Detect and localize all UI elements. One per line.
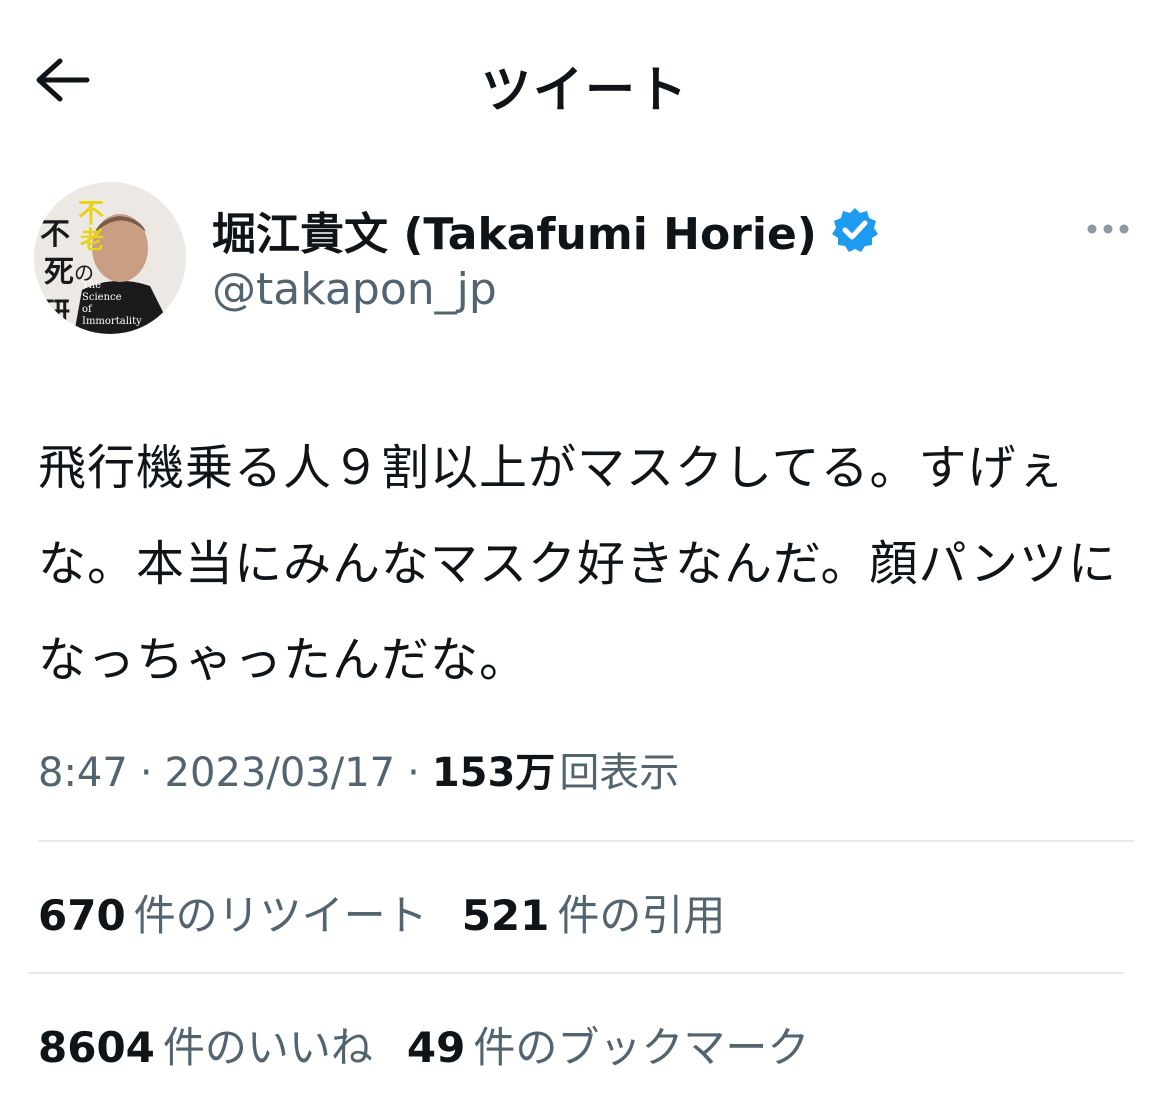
more-horizontal-icon	[1087, 224, 1129, 234]
svg-text:The: The	[82, 280, 101, 291]
tweet-text: 飛行機乗る人９割以上がマスクしてる。すげぇな。本当にみんなマスク好きなんだ。顔パ…	[38, 440, 1117, 688]
header: ツイート	[0, 0, 1170, 160]
views-label: 回表示	[559, 750, 680, 796]
views-count[interactable]: 153万	[432, 740, 556, 798]
svg-text:研: 研	[42, 296, 70, 329]
tweet-time[interactable]: 8:47	[38, 750, 128, 796]
divider	[28, 972, 1124, 974]
tweet-date[interactable]: 2023/03/17	[165, 750, 396, 796]
author-name[interactable]: 堀江貴文 (Takafumi Horie)	[212, 198, 879, 262]
retweet-count[interactable]: 670 件のリツイート	[38, 882, 428, 943]
svg-text:Immortality: Immortality	[82, 316, 142, 327]
svg-text:Science: Science	[82, 292, 122, 303]
like-count[interactable]: 8604 件のいいね	[38, 1014, 373, 1075]
meta-separator: ·	[407, 750, 420, 796]
tweet-meta: 8:47 · 2023/03/17 · 153万 回表示	[38, 740, 679, 798]
quote-count-label: 件の引用	[557, 891, 726, 940]
verified-badge-icon	[831, 208, 878, 252]
avatar-image: 不 不 老 死 の 研 The Science of Immortality	[34, 182, 186, 334]
svg-text:不: 不	[40, 217, 70, 252]
avatar[interactable]: 不 不 老 死 の 研 The Science of Immortality	[34, 182, 186, 334]
author-handle[interactable]: @takapon_jp	[212, 264, 497, 315]
like-count-number: 8604	[38, 1023, 155, 1072]
bookmark-count[interactable]: 49 件のブックマーク	[407, 1014, 809, 1075]
bookmark-count-label: 件のブックマーク	[473, 1023, 810, 1072]
svg-text:老: 老	[80, 225, 104, 254]
more-button[interactable]	[1080, 212, 1136, 246]
retweet-count-label: 件のリツイート	[133, 891, 428, 940]
stats-row-top: 670 件のリツイート 521 件の引用	[38, 882, 759, 943]
retweet-count-number: 670	[38, 891, 126, 940]
bookmark-count-number: 49	[406, 1023, 466, 1072]
quote-count[interactable]: 521 件の引用	[462, 882, 726, 943]
meta-separator: ·	[139, 750, 153, 796]
svg-text:of: of	[82, 304, 93, 315]
divider	[38, 840, 1134, 842]
like-count-label: 件のいいね	[162, 1023, 373, 1072]
tweet-detail-page: ツイート 不 不 老 死 の 研 The Science of Immortal…	[0, 0, 1170, 1094]
page-title: ツイート	[481, 61, 689, 119]
stats-row-bottom: 8604 件のいいね 49 件のブックマーク	[38, 1014, 843, 1075]
svg-text:死: 死	[44, 255, 74, 290]
author-name-label: 堀江貴文 (Takafumi Horie)	[212, 209, 817, 260]
quote-count-number: 521	[461, 891, 550, 940]
